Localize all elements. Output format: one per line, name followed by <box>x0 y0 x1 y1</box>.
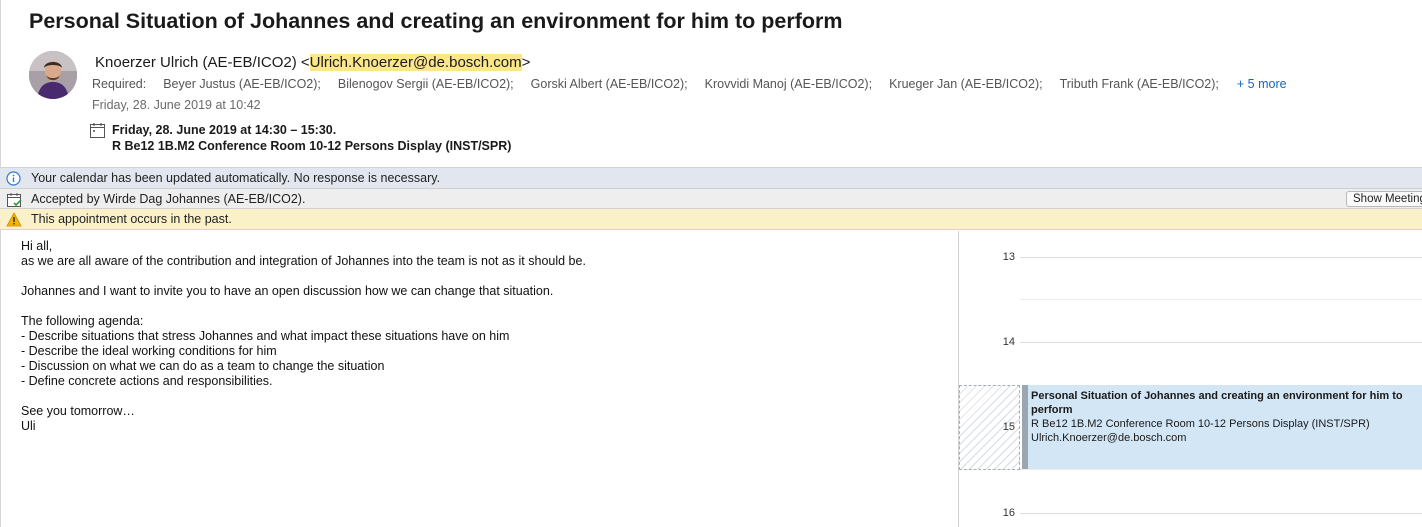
attendee[interactable]: Tributh Frank (AE-EB/ICO2); <box>1060 77 1219 91</box>
event-organizer: Ulrich.Knoerzer@de.bosch.com <box>1031 432 1187 444</box>
meeting-time: Friday, 28. June 2019 at 14:30 – 15:30. <box>112 123 337 137</box>
body-line: - Describe the ideal working conditions … <box>21 344 277 358</box>
body-line: as we are all aware of the contribution … <box>21 254 586 268</box>
meeting-location: R Be12 1B.M2 Conference Room 10-12 Perso… <box>112 139 512 153</box>
body-line: - Describe situations that stress Johann… <box>21 329 510 343</box>
accepted-text: Accepted by Wirde Dag Johannes (AE-EB/IC… <box>31 192 306 206</box>
event-stripe <box>1022 385 1028 469</box>
info-icon <box>6 171 21 189</box>
body-line: Uli <box>21 419 36 433</box>
body-line: See you tomorrow… <box>21 404 135 418</box>
sent-time: Friday, 28. June 2019 at 10:42 <box>92 98 261 112</box>
half-hour-line <box>1020 469 1422 470</box>
window-edge <box>0 0 1 527</box>
hour-label-13: 13 <box>1002 251 1015 263</box>
event-location: R Be12 1B.M2 Conference Room 10-12 Perso… <box>1031 418 1370 430</box>
body-line <box>21 299 941 314</box>
attendee[interactable]: Bilenogov Sergii (AE-EB/ICO2); <box>338 77 514 91</box>
hour-label-16: 16 <box>1002 507 1015 519</box>
required-attendees: Required: Beyer Justus (AE-EB/ICO2); Bil… <box>92 77 1287 91</box>
calendar-preview[interactable]: 13 14 15 Personal Situation of Johannes … <box>958 231 1422 527</box>
attendee[interactable]: Beyer Justus (AE-EB/ICO2); <box>163 77 321 91</box>
calendar-update-text: Your calendar has been updated automatic… <box>31 171 441 185</box>
sender-email-close: > <box>521 54 531 71</box>
required-label: Required: <box>92 77 147 91</box>
body-line: Hi all, <box>21 239 53 253</box>
attendee[interactable]: Krueger Jan (AE-EB/ICO2); <box>889 77 1043 91</box>
warning-icon <box>6 212 22 230</box>
message-subject: Personal Situation of Johannes and creat… <box>29 9 843 33</box>
calendar-icon <box>89 122 106 144</box>
hour-label-14: 14 <box>1002 336 1015 348</box>
hour-line <box>1020 342 1422 343</box>
sender-email[interactable]: Ulrich.Knoerzer@de.bosch.com <box>309 54 522 71</box>
body-line: - Define concrete actions and responsibi… <box>21 374 273 388</box>
avatar-photo <box>29 51 77 99</box>
message-body: Hi all, as we are all aware of the contr… <box>21 239 941 434</box>
attendee[interactable]: Gorski Albert (AE-EB/ICO2); <box>531 77 688 91</box>
sender-name[interactable]: Knoerzer Ulrich (AE-EB/ICO2) < <box>95 54 310 71</box>
accepted-bar: Accepted by Wirde Dag Johannes (AE-EB/IC… <box>0 188 1422 209</box>
body-line: The following agenda: <box>21 314 144 328</box>
sender-avatar[interactable] <box>29 51 77 99</box>
past-appointment-bar: This appointment occurs in the past. <box>0 209 1422 230</box>
attendee[interactable]: Krovvidi Manoj (AE-EB/ICO2); <box>705 77 872 91</box>
more-attendees-link[interactable]: + 5 more <box>1237 77 1287 91</box>
past-appointment-text: This appointment occurs in the past. <box>31 212 232 226</box>
half-hour-line <box>1020 299 1422 300</box>
calendar-event[interactable]: Personal Situation of Johannes and creat… <box>1022 385 1422 469</box>
calendar-update-bar: Your calendar has been updated automatic… <box>0 167 1422 188</box>
hour-line <box>1020 257 1422 258</box>
hour-line <box>1020 513 1422 514</box>
body-line: Johannes and I want to invite you to hav… <box>21 284 554 298</box>
body-line: - Discussion on what we can do as a team… <box>21 359 385 373</box>
event-title: Personal Situation of Johannes and creat… <box>1031 390 1403 416</box>
body-line <box>21 269 941 284</box>
body-line <box>21 389 941 404</box>
show-meeting-button[interactable]: Show Meeting <box>1346 191 1422 207</box>
hour-label-15: 15 <box>1002 421 1015 433</box>
sender-line: Knoerzer Ulrich (AE-EB/ICO2) <Ulrich.Kno… <box>95 54 530 71</box>
